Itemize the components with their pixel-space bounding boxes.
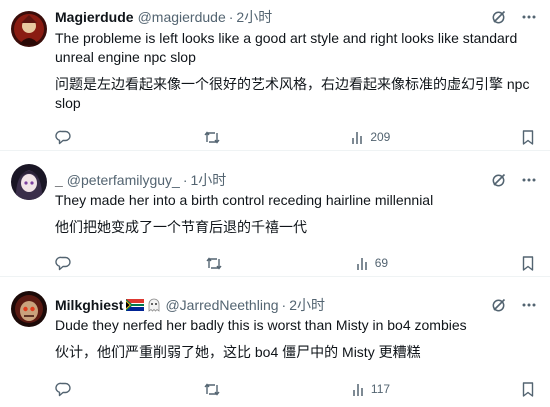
timestamp[interactable]: 2小时 <box>236 8 272 26</box>
reply-button[interactable] <box>55 129 73 146</box>
tweet-text-original: Dude they nerfed her badly this is worst… <box>55 317 467 333</box>
avatar[interactable] <box>11 11 47 47</box>
more-icon[interactable] <box>520 171 538 189</box>
tweet-text-translation: 他们把她变成了一个节育后退的千禧一代 <box>55 219 307 235</box>
tweet[interactable]: Magierdude @magierdude · 2小时 The problem… <box>0 0 550 151</box>
tweet-text-translation: 伙计，他们严重削弱了她，这比 bo4 僵尸中的 Misty 更糟糕 <box>55 344 421 360</box>
more-icon[interactable] <box>520 296 538 314</box>
avatar[interactable] <box>11 164 47 200</box>
tweet-top-actions <box>490 8 538 26</box>
bookmark-button[interactable] <box>520 381 538 398</box>
retweet-button[interactable] <box>205 255 223 272</box>
reply-button[interactable] <box>55 381 73 398</box>
bookmark-icon <box>522 129 534 145</box>
south-africa-flag-icon <box>126 299 145 311</box>
views-count: 69 <box>374 256 389 270</box>
views-count: 209 <box>370 130 391 144</box>
tweet-actions: 69 <box>55 253 538 273</box>
bookmark-button[interactable] <box>520 129 538 146</box>
display-name[interactable]: _ <box>55 171 63 189</box>
user-handle[interactable]: @magierdude <box>138 8 226 26</box>
retweet-icon <box>206 256 222 270</box>
views-count: 117 <box>370 382 391 396</box>
ghost-emoji-icon <box>147 298 161 312</box>
grok-icon[interactable] <box>490 171 508 189</box>
tweet-header: Milkghiest @JarredNeethling · 2小时 <box>55 296 500 314</box>
views-icon <box>357 258 367 270</box>
tweet-actions: 117 <box>55 379 538 399</box>
display-name[interactable]: Magierdude <box>55 8 134 26</box>
tweet-top-actions <box>490 296 538 314</box>
retweet-icon <box>204 130 220 144</box>
more-icon[interactable] <box>520 8 538 26</box>
tweet[interactable]: _ @peterfamilyguy_ · 1小时 They made her i… <box>0 151 550 277</box>
views-button[interactable]: 117 <box>351 381 390 397</box>
user-handle[interactable]: @peterfamilyguy_ <box>67 171 180 189</box>
separator-dot: · <box>281 297 287 313</box>
user-handle[interactable]: @JarredNeethling <box>165 296 278 314</box>
tweet[interactable]: Milkghiest @JarredNeethling · 2小时 Dude t… <box>0 277 550 407</box>
reply-icon <box>55 130 71 144</box>
avatar[interactable] <box>11 291 47 327</box>
grok-icon[interactable] <box>490 8 508 26</box>
separator-dot: · <box>182 172 188 188</box>
retweet-icon <box>204 382 220 396</box>
separator-dot: · <box>228 9 234 25</box>
retweet-button[interactable] <box>203 381 221 398</box>
views-button[interactable]: 69 <box>355 255 388 271</box>
timestamp[interactable]: 2小时 <box>289 296 325 314</box>
bookmark-button[interactable] <box>520 255 538 272</box>
reply-icon <box>55 382 71 396</box>
views-button[interactable]: 209 <box>350 129 390 145</box>
tweet-text-original: They made her into a birth control reced… <box>55 192 434 208</box>
views-icon <box>353 384 363 396</box>
bookmark-icon <box>522 255 534 271</box>
tweet-text-translation: 问题是左边看起来像一个很好的艺术风格，右边看起来像标准的虚幻引擎 npc slo… <box>55 76 534 111</box>
views-icon <box>352 132 363 144</box>
tweet-header: Magierdude @magierdude · 2小时 <box>55 8 500 26</box>
reply-icon <box>55 256 71 270</box>
timestamp[interactable]: 1小时 <box>191 171 227 189</box>
retweet-button[interactable] <box>203 129 221 146</box>
tweet-text-original: The probleme is left looks like a good a… <box>55 30 522 65</box>
tweet-actions: 209 <box>55 127 538 147</box>
tweet-header: _ @peterfamilyguy_ · 1小时 <box>55 171 500 189</box>
tweet-top-actions <box>490 171 538 189</box>
display-name[interactable]: Milkghiest <box>55 296 123 314</box>
bookmark-icon <box>522 381 534 397</box>
grok-icon[interactable] <box>490 296 508 314</box>
reply-button[interactable] <box>55 255 73 272</box>
